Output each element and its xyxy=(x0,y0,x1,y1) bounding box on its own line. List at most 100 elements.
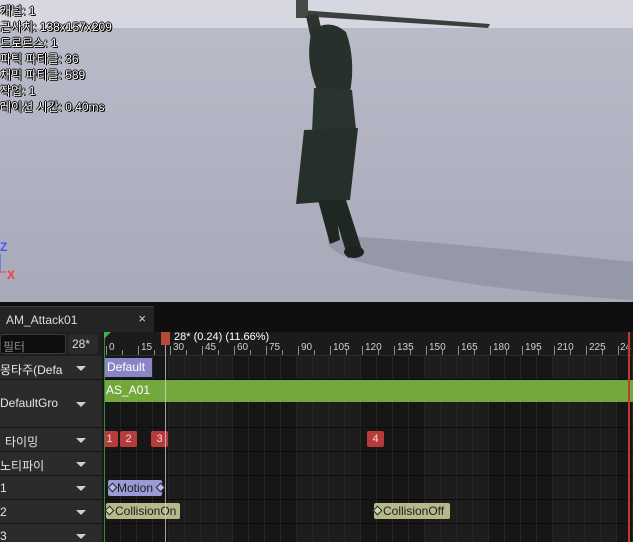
track-list: 필터 28* 몽타주(Defa DefaultGro 타이밍 노티파이 1 2 xyxy=(0,332,102,542)
chevron-down-icon[interactable] xyxy=(76,366,86,371)
track-default-group[interactable]: DefaultGro xyxy=(0,380,102,428)
notify-label: CollisionOff xyxy=(383,504,445,518)
stat-line-2: 근사치: 138x157x209 xyxy=(0,20,112,34)
ruler-label: 15 xyxy=(141,342,153,353)
tab-bar: AM_Attack01 × xyxy=(0,302,633,332)
tab-title: AM_Attack01 xyxy=(6,313,78,327)
playhead-readout: 28* (0.24) (11.66%) xyxy=(174,332,270,343)
ruler-label: 195 xyxy=(525,342,542,353)
lane-notify-1 xyxy=(104,476,633,500)
ruler-tick xyxy=(474,350,475,355)
tab-am-attack01[interactable]: AM_Attack01 × xyxy=(0,306,154,332)
filter-placeholder: 필터 xyxy=(3,340,26,354)
end-marker[interactable] xyxy=(628,332,630,542)
current-frame-field[interactable]: 28* xyxy=(68,334,98,354)
track-notify-2[interactable]: 2 xyxy=(0,500,102,524)
track-label: 몽타주(Defa xyxy=(0,363,63,377)
track-timing[interactable]: 타이밍 xyxy=(0,428,102,452)
ruler-tick xyxy=(234,346,235,355)
timing-marker-4[interactable]: 4 xyxy=(367,431,384,447)
montage-editor-panel: AM_Attack01 × 필터 28* 몽타주(Defa DefaultGro… xyxy=(0,302,633,542)
ruler-label: 210 xyxy=(557,342,574,353)
lane-montage xyxy=(104,356,633,380)
axis-z-label: Z xyxy=(0,240,8,254)
timeline-area[interactable]: 0 15 30 45 60 75 90 105 120 135 150 165 … xyxy=(104,332,633,542)
ruler-tick xyxy=(138,346,139,355)
ruler-tick xyxy=(458,346,459,355)
stat-line-3: 드로르스: 1 xyxy=(0,36,58,50)
section-default[interactable]: Default xyxy=(105,358,152,377)
ruler-tick xyxy=(186,350,187,355)
ruler-tick xyxy=(250,350,251,355)
close-icon[interactable]: × xyxy=(138,311,146,326)
ruler-tick xyxy=(266,346,267,355)
stat-line-7: 레이션 시간: 0.40ms xyxy=(0,100,105,114)
notify-label: Motion xyxy=(117,481,154,495)
ruler-tick xyxy=(602,350,603,355)
track-montage[interactable]: 몽타주(Defa xyxy=(0,356,102,380)
stat-line-5: 채믹 파티클: 589 xyxy=(0,68,86,82)
ruler-tick xyxy=(426,346,427,355)
chevron-down-icon[interactable] xyxy=(76,402,86,407)
playhead-handle[interactable] xyxy=(161,332,170,345)
ruler-tick xyxy=(378,350,379,355)
ruler-tick xyxy=(154,350,155,355)
track-label: 1 xyxy=(0,481,7,495)
notify-collision-off[interactable]: CollisionOff xyxy=(374,503,450,519)
ruler-tick xyxy=(522,346,523,355)
lane-notify-2 xyxy=(104,500,633,524)
ruler-label: 180 xyxy=(493,342,510,353)
level-viewport[interactable]: 캐널: 1 근사치: 138x157x209 드로르스: 1 파틱 파티클: 3… xyxy=(0,0,633,302)
ruler-tick xyxy=(506,350,507,355)
ruler-tick xyxy=(282,350,283,355)
ruler-label: 45 xyxy=(205,342,217,353)
notify-collision-on[interactable]: CollisionOn xyxy=(106,503,180,519)
ruler-tick xyxy=(618,346,619,355)
lane-notify xyxy=(104,452,633,476)
ruler-label: 75 xyxy=(269,342,281,353)
character-model xyxy=(296,0,490,258)
ruler-label: 135 xyxy=(397,342,414,353)
track-label: 2 xyxy=(0,505,7,519)
chevron-down-icon[interactable] xyxy=(76,438,86,443)
track-notify-3[interactable]: 3 xyxy=(0,524,102,542)
track-notify[interactable]: 노티파이 xyxy=(0,452,102,476)
chevron-down-icon[interactable] xyxy=(76,462,86,467)
ruler-tick xyxy=(298,346,299,355)
timing-marker-1[interactable]: 1 xyxy=(104,431,118,447)
track-label: 타이밍 xyxy=(5,435,39,449)
ruler-label: 120 xyxy=(365,342,382,353)
ruler-tick xyxy=(538,350,539,355)
playhead-line[interactable] xyxy=(165,332,166,542)
chevron-down-icon[interactable] xyxy=(76,486,86,491)
ruler-tick xyxy=(330,346,331,355)
ruler-label: 105 xyxy=(333,342,350,353)
segment-as-a01[interactable]: AS_A01 xyxy=(104,380,633,402)
track-label: 3 xyxy=(0,529,7,542)
timing-marker-2[interactable]: 2 xyxy=(120,431,137,447)
ruler-label: 0 xyxy=(109,342,115,353)
track-label: 노티파이 xyxy=(0,459,45,473)
start-line xyxy=(104,332,105,542)
track-notify-1[interactable]: 1 xyxy=(0,476,102,500)
ruler-label: 225 xyxy=(589,342,606,353)
ruler-tick xyxy=(122,350,123,355)
chevron-down-icon[interactable] xyxy=(76,534,86,539)
ruler-label: 30 xyxy=(173,342,185,353)
ruler-tick xyxy=(490,346,491,355)
filter-input[interactable]: 필터 xyxy=(0,334,66,354)
ruler-tick xyxy=(346,350,347,355)
ruler-tick xyxy=(586,346,587,355)
chevron-down-icon[interactable] xyxy=(76,510,86,515)
ruler-tick xyxy=(410,350,411,355)
current-frame-value: 28* xyxy=(72,337,91,351)
ruler-label: 165 xyxy=(461,342,478,353)
ruler-tick xyxy=(202,346,203,355)
ruler-label: 60 xyxy=(237,342,249,353)
ruler-tick xyxy=(442,350,443,355)
ruler-tick xyxy=(218,350,219,355)
ruler-tick xyxy=(314,350,315,355)
axis-x-label: X xyxy=(7,268,16,282)
ruler-tick xyxy=(170,346,171,355)
lane-notify-3 xyxy=(104,524,633,542)
